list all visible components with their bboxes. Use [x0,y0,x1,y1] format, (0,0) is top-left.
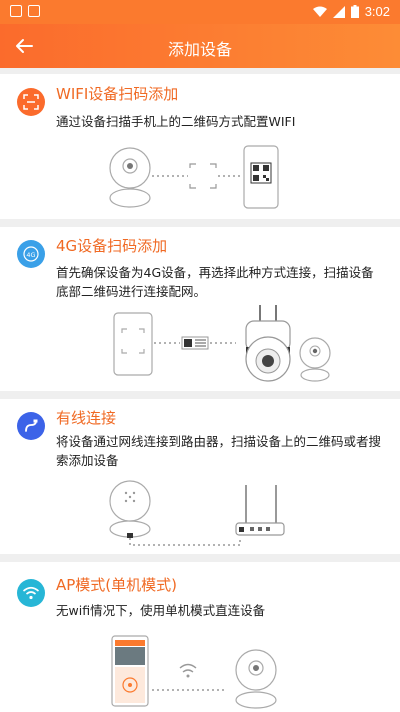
camera-illustration [109,147,151,208]
notification-icons [10,5,40,17]
status-bar: 3:02 [0,0,400,24]
option-title: AP模式(单机模式) [56,576,178,594]
option-card-wifi-scan[interactable]: WIFI设备扫码添加 通过设备扫描手机上的二维码方式配置WIFI [0,74,400,219]
phone-app-illustration [111,635,149,707]
camera-illustration [235,649,277,709]
option-title: 有线连接 [56,409,117,427]
wifi-icon [17,579,45,607]
option-description: 首先确保设备为4G设备，再选择此种方式连接，扫描设备底部二维码进行连接配网。 [56,265,374,299]
cable-icon [17,412,45,440]
indoor-camera-illustration [299,337,331,382]
option-card-ap-mode[interactable]: AP模式(单机模式) 无wifi情况下，使用单机模式直连设备 [0,562,400,712]
status-time: 3:02 [364,4,390,19]
scan-frame-illustration [189,163,217,189]
phone-illustration [113,312,153,376]
wifi-signal-illustration [179,663,197,678]
wifi-signal-icon [312,6,327,17]
4g-ptz-camera-illustration [245,305,291,382]
camera-illustration [109,480,151,538]
4g-icon: 4G [17,240,45,268]
scan-icon [17,88,45,116]
router-illustration [235,485,285,536]
barcode-label-illustration [181,336,209,350]
battery-icon [350,5,359,18]
notification-icon [28,5,40,17]
notification-icon [10,5,22,17]
ap-mode-illustration [111,635,277,709]
wifi-scan-illustration [109,145,279,209]
phone-qr-illustration [243,145,279,209]
page-title: 添加设备 [167,40,232,59]
option-description: 无wifi情况下，使用单机模式直连设备 [56,603,266,618]
option-card-wired[interactable]: 有线连接 将设备通过网线连接到路由器，扫描设备上的二维码或者搜索添加设备 [0,399,400,554]
wired-illustration [109,480,285,546]
cell-signal-icon [332,5,345,18]
option-description: 将设备通过网线连接到路由器，扫描设备上的二维码或者搜索添加设备 [56,434,382,468]
svg-text:4G: 4G [26,251,35,259]
option-card-4g-scan[interactable]: 4G 4G设备扫码添加 首先确保设备为4G设备，再选择此种方式连接，扫描设备底部… [0,227,400,391]
4g-scan-illustration [113,305,331,382]
option-title: 4G设备扫码添加 [56,237,168,255]
option-title: WIFI设备扫码添加 [56,85,179,103]
app-bar: 添加设备 [0,24,400,68]
option-description: 通过设备扫描手机上的二维码方式配置WIFI [56,114,296,129]
